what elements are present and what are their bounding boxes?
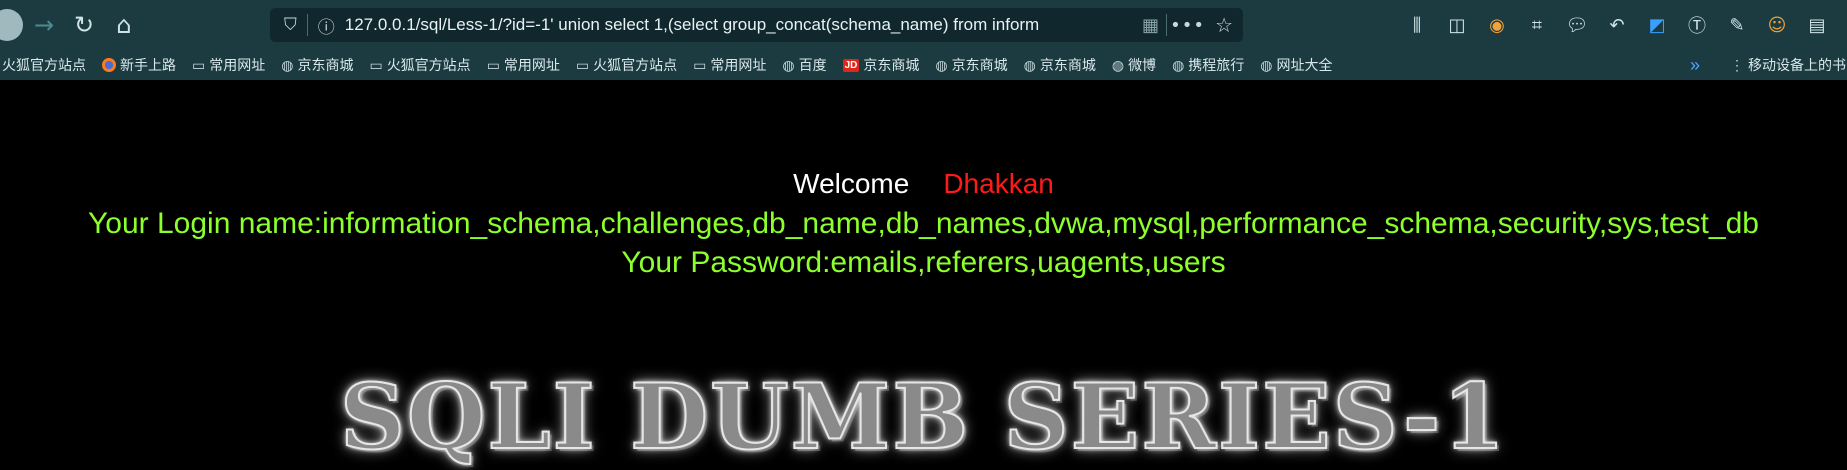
globe-icon: ◍ [1111, 56, 1125, 73]
bookmark-label: 常用网址 [710, 57, 767, 73]
forward-button[interactable]: → [24, 5, 64, 45]
address-bar[interactable]: ⛉ ⓘ 127.0.0.1/sql/Less-1/?id=-1' union s… [270, 8, 1243, 42]
bookmark-item[interactable]: ◍ 京东商城 [1024, 55, 1096, 75]
user-name: Dhakkan [943, 168, 1054, 199]
chat-icon[interactable]: 💬︎ [1557, 10, 1597, 40]
password-result: Your Password:emails,referers,uagents,us… [621, 246, 1226, 279]
globe-icon: ◍ [1172, 56, 1185, 73]
globe-icon: ◍ [1023, 56, 1036, 73]
bookmark-folder[interactable]: ▭ 火狐官方站点 [576, 55, 677, 75]
shield-icon[interactable]: ⛉ [284, 15, 297, 35]
library-icon[interactable]: ⫼ [1397, 10, 1437, 40]
jd-icon: JD [842, 58, 860, 72]
translate-icon[interactable]: ◩ [1637, 10, 1677, 40]
folder-icon: ▭ [486, 56, 500, 73]
arrow-right-icon: → [33, 11, 55, 39]
bookmark-item[interactable]: ◍ 携程旅行 [1172, 55, 1244, 75]
bookmark-item[interactable]: ◍ 京东商城 [281, 55, 353, 75]
bookmark-label: 百度 [798, 57, 827, 73]
bookmark-item[interactable]: ◍ 网址大全 [1260, 55, 1332, 75]
bookmark-label: 火狐官方站点 [2, 57, 86, 73]
bookmark-item[interactable]: 新手上路 [102, 55, 176, 75]
bookmark-folder[interactable]: ▭ 火狐官方站点 [369, 55, 470, 75]
bookmark-label: 微博 [1128, 57, 1157, 73]
bookmark-item[interactable]: 火狐官方站点 [2, 55, 86, 75]
qr-code-icon[interactable]: ▦ [1142, 15, 1159, 36]
folder-icon: ▭ [192, 56, 206, 73]
bookmark-star-icon[interactable]: ☆ [1215, 13, 1233, 37]
globe-icon: ◍ [1260, 56, 1273, 73]
bookmarks-bar: 火狐官方站点 新手上路 ▭ 常用网址 ◍ 京东商城 ▭ 火狐官方站点 ▭ 常用网址 ▭ 火… [0, 50, 1847, 80]
welcome-line: Welcome Dhakkan [0, 168, 1847, 200]
welcome-text: Welcome [793, 168, 910, 199]
chevron-double-right-icon[interactable]: » [1690, 55, 1700, 76]
reload-button[interactable]: ↻ [64, 5, 104, 45]
bookmark-item[interactable]: JD 京东商城 [842, 55, 920, 75]
reload-icon: ↻ [73, 11, 95, 39]
back-icon [0, 9, 23, 41]
bookmark-label: 京东商城 [1039, 57, 1096, 73]
globe-icon: ◍ [281, 56, 294, 73]
bookmark-label: 火狐官方站点 [386, 57, 471, 73]
bookmark-label: 京东商城 [297, 57, 354, 73]
series-banner: SQLI DUMB SERIES-1 [0, 363, 1847, 470]
firefox-icon [102, 58, 116, 72]
folder-icon: ▭ [575, 56, 590, 73]
bookmark-label: 新手上路 [120, 57, 176, 73]
login-name-result: Your Login name:information_schema,chall… [88, 207, 1759, 240]
folder-icon: ▭ [369, 56, 383, 73]
bookmark-label: 京东商城 [863, 57, 920, 73]
home-icon: ⌂ [116, 11, 132, 39]
globe-icon: ◍ [782, 56, 795, 73]
undo-icon[interactable]: ↶ [1597, 10, 1637, 40]
divider [1166, 14, 1167, 36]
bookmark-label: 常用网址 [209, 57, 266, 73]
t-extension-icon[interactable]: Ⓣ [1677, 10, 1717, 40]
extension-icon[interactable]: ◉ [1477, 10, 1517, 40]
mobile-bookmarks[interactable]: ⋮ 移动设备上的书 [1730, 55, 1846, 75]
bookmark-item[interactable]: ◍ 京东商城 [935, 55, 1007, 75]
page-content: Welcome Dhakkan Your Login name:informati… [0, 80, 1847, 470]
bookmark-item[interactable]: ◍ 微博 [1112, 55, 1156, 75]
url-text[interactable]: 127.0.0.1/sql/Less-1/?id=-1' union selec… [345, 15, 1125, 35]
menu-icon[interactable]: ▤ [1797, 10, 1837, 40]
back-button[interactable] [0, 5, 24, 45]
sidebar-icon[interactable]: ◫ [1437, 10, 1477, 40]
folder-icon: ⋮ [1730, 56, 1744, 73]
more-actions-icon[interactable]: ••• [1170, 15, 1205, 36]
home-button[interactable]: ⌂ [104, 5, 144, 45]
bookmark-label: 火狐官方站点 [593, 57, 678, 73]
bookmark-label: 携程旅行 [1188, 57, 1245, 73]
globe-icon: ◍ [935, 56, 948, 73]
info-icon[interactable]: ⓘ [318, 13, 335, 38]
bookmark-label: 常用网址 [503, 57, 560, 73]
bookmark-label: 网址大全 [1276, 57, 1333, 73]
divider [306, 14, 308, 36]
crop-icon[interactable]: ⌗ [1517, 10, 1557, 40]
bookmark-folder[interactable]: ▭ 常用网址 [192, 55, 265, 75]
bookmark-label: 京东商城 [951, 57, 1008, 73]
folder-icon: ▭ [693, 56, 707, 73]
browser-toolbar: → ↻ ⌂ ⛉ ⓘ 127.0.0.1/sql/Less-1/?id=-1' u… [0, 0, 1847, 50]
edit-icon[interactable]: ✎ [1717, 10, 1757, 40]
bookmark-label: 移动设备上的书 [1748, 57, 1846, 73]
bookmark-folder[interactable]: ▭ 常用网址 [487, 55, 560, 75]
toolbar-icons: ⫼ ◫ ◉ ⌗ 💬︎ ↶ ◩ Ⓣ ✎ ☺ ▤ [1397, 10, 1837, 40]
bookmark-folder[interactable]: ▭ 常用网址 [693, 55, 766, 75]
avatar-icon[interactable]: ☺ [1757, 10, 1797, 40]
bookmark-item[interactable]: ◍ 百度 [782, 55, 826, 75]
